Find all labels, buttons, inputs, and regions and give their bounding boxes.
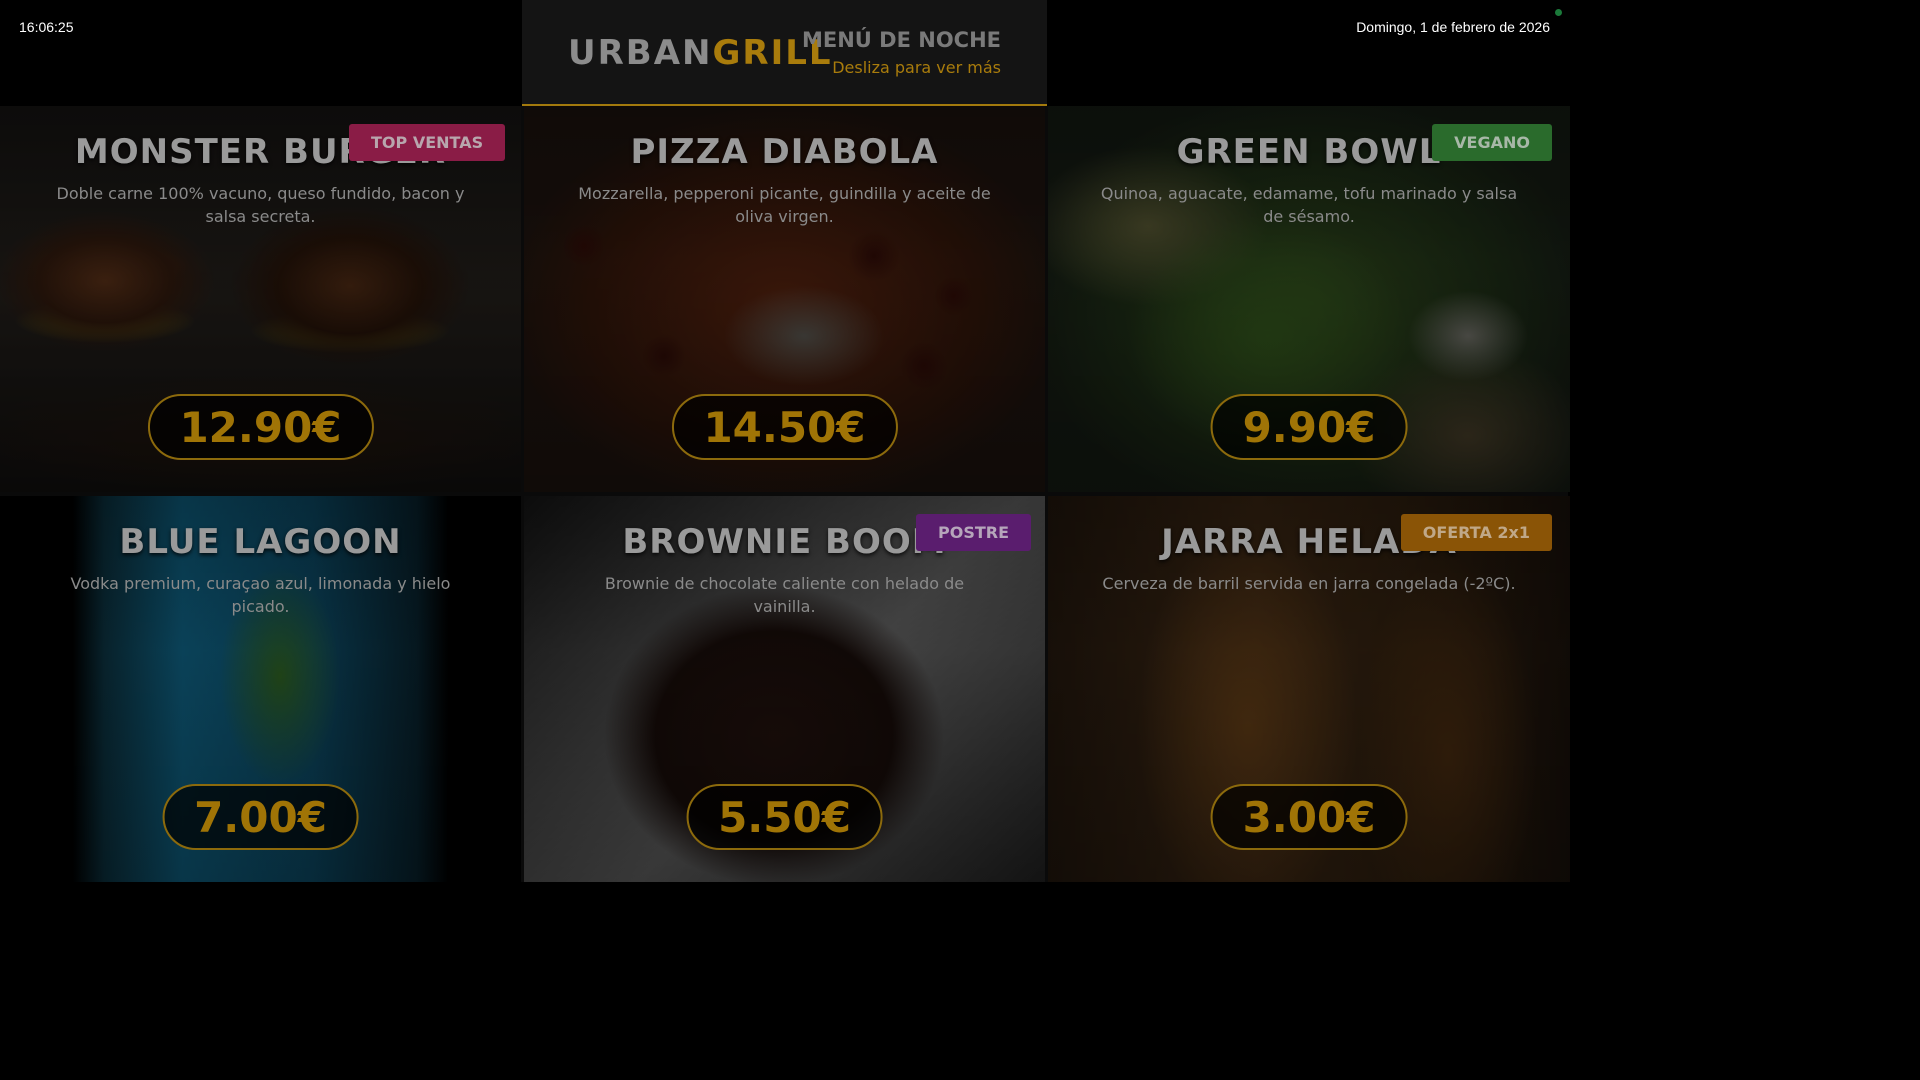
item-price: 14.50€ [671,394,898,460]
item-price: 9.90€ [1210,394,1408,460]
menu-card-pizza-diabola[interactable]: PIZZA DIABOLA Mozzarella, pepperoni pica… [524,106,1045,492]
menu-grid: MONSTER BURGER Doble carne 100% vacuno, … [0,106,1570,882]
item-name: BLUE LAGOON [119,522,402,562]
menu-card-brownie-boom[interactable]: BROWNIE BOOM Brownie de chocolate calien… [524,496,1045,882]
item-description: Doble carne 100% vacuno, queso fundido, … [56,184,465,226]
menu-header: URBANGRILL MENÚ DE NOCHE Desliza para ve… [522,0,1047,106]
date-display: Domingo, 1 de febrero de 2026 [1356,19,1550,35]
status-indicator [1555,9,1562,16]
badge-oferta: OFERTA 2x1 [1400,514,1552,551]
item-price: 5.50€ [686,784,883,850]
item-description: Mozzarella, pepperoni picante, guindilla… [578,184,991,226]
menu-card-monster-burger[interactable]: MONSTER BURGER Doble carne 100% vacuno, … [0,106,521,492]
item-description: Brownie de chocolate caliente con helado… [604,574,965,616]
item-price: 3.00€ [1210,784,1408,850]
item-price: 12.90€ [147,394,374,460]
item-name: PIZZA DIABOLA [630,132,939,172]
menu-subtitle[interactable]: Desliza para ver más [832,58,1001,77]
item-description: Vodka premium, curaçao azul, limonada y … [70,574,451,616]
item-description: Quinoa, aguacate, edamame, tofu marinado… [1100,184,1518,226]
brand-logo: URBANGRILL [568,33,833,73]
menu-title: MENÚ DE NOCHE [801,28,1001,52]
badge-postre: POSTRE [916,514,1032,551]
brand-urban: URBAN [568,33,713,73]
badge-vegano: VEGANO [1432,124,1552,161]
menu-card-green-bowl[interactable]: GREEN BOWL Quinoa, aguacate, edamame, to… [1048,106,1570,492]
menu-card-jarra-helada[interactable]: JARRA HELADA Cerveza de barril servida e… [1048,496,1570,882]
item-price: 7.00€ [162,784,359,850]
menu-card-blue-lagoon[interactable]: BLUE LAGOON Vodka premium, curaçao azul,… [0,496,521,882]
badge-top-ventas: TOP VENTAS [349,124,506,161]
item-description: Cerveza de barril servida en jarra conge… [1102,574,1516,593]
clock: 16:06:25 [19,19,74,35]
